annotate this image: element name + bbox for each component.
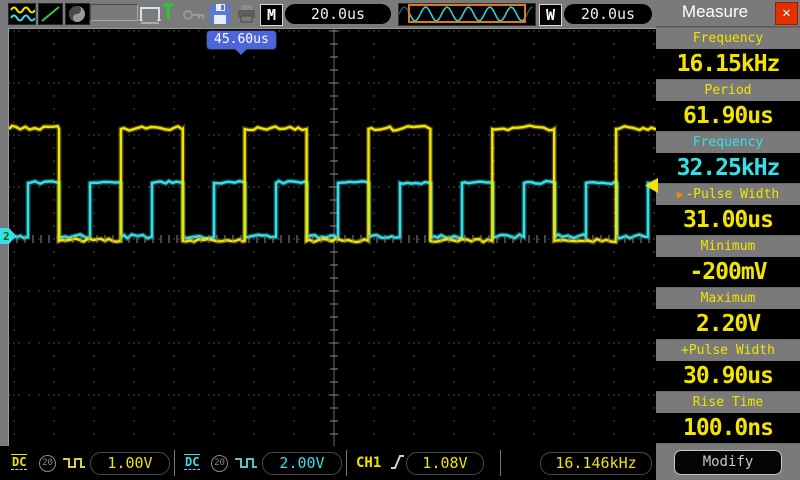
window-timebase-value: 20.0us — [564, 4, 652, 24]
status-divider — [500, 450, 501, 476]
key-glyph — [183, 8, 206, 22]
selected-arrow-icon: ▶ — [677, 188, 684, 201]
measure-value: 16.15kHz — [656, 49, 800, 79]
ch1-wave-type-icon — [62, 455, 86, 474]
measure-value: 2.20V — [656, 309, 800, 339]
ch2-coupling-badge: DC — [184, 454, 200, 470]
channel-waves-icon[interactable] — [8, 3, 36, 25]
print-icon[interactable] — [236, 4, 257, 28]
trigger-position-tag[interactable]: 45.60us — [206, 30, 277, 50]
ch2-wave-type-icon — [234, 455, 258, 474]
status-divider — [174, 450, 175, 476]
modify-area: Modify — [656, 443, 800, 480]
top-toolbar: T M 20.0us — [0, 0, 656, 28]
measure-value: -200mV — [656, 257, 800, 287]
ch2-scale-value[interactable]: 2.00V — [262, 452, 342, 475]
measure-value: 30.90us — [656, 361, 800, 391]
measure-label: +Pulse Width — [681, 343, 775, 358]
measure-label: Period — [705, 83, 752, 98]
measure-item[interactable]: ▶Frequency 32.25kHz — [656, 131, 800, 183]
trigger-slope-icon — [390, 452, 405, 476]
ch2-bandwidth-badge: 20 — [211, 455, 228, 472]
measure-item[interactable]: ▶-Pulse Width 31.00us — [656, 183, 800, 235]
measure-item[interactable]: ▶Minimum -200mV — [656, 235, 800, 287]
strip-dim-left — [399, 4, 408, 25]
pulse-measure-icon[interactable] — [139, 2, 161, 30]
measure-value: 31.00us — [656, 205, 800, 235]
waveform-display: 45.60us — [8, 28, 658, 448]
trigger-t-icon[interactable]: T — [162, 0, 175, 24]
measure-item[interactable]: ▶Period 61.90us — [656, 79, 800, 131]
ch1-coupling-badge: DC — [11, 454, 27, 470]
trigger-level-arrow-icon — [644, 178, 658, 193]
measure-value: 100.0ns — [656, 413, 800, 443]
pulse-measure-glyph — [139, 2, 161, 26]
status-divider — [346, 450, 347, 476]
measure-label: Maximum — [701, 291, 756, 306]
trigger-level-marker[interactable] — [644, 178, 658, 193]
display-mode-glyph — [66, 4, 89, 24]
measure-label: Rise Time — [693, 395, 763, 410]
trigger-level-value[interactable]: 1.08V — [406, 452, 484, 475]
window-timebase-label: W — [539, 4, 562, 26]
toolbar-empty-slot — [90, 4, 138, 21]
ch1-scale-value[interactable]: 1.00V — [90, 452, 170, 475]
channel-waves-glyph — [9, 4, 35, 24]
display-mode-icon[interactable] — [65, 3, 90, 25]
ch2-position-marker[interactable]: 2 — [0, 228, 16, 245]
measure-label: Minimum — [701, 239, 756, 254]
save-icon[interactable] — [209, 3, 231, 29]
waveform-canvas — [9, 29, 657, 447]
main-timebase-label: M — [260, 4, 283, 26]
measure-item[interactable]: ▶+Pulse Width 30.90us — [656, 339, 800, 391]
window-zone-box[interactable] — [408, 4, 526, 23]
status-bar: DC 20 1.00V DC 20 2.00V CH1 1.08V 16.146… — [0, 446, 656, 480]
close-icon[interactable]: ✕ — [775, 2, 798, 25]
floppy-glyph — [209, 3, 231, 25]
measure-item[interactable]: ▶Maximum 2.20V — [656, 287, 800, 339]
measure-panel: Measure ✕ ▶Frequency 16.15kHz ▶Period 61… — [656, 0, 800, 480]
measure-label: Frequency — [693, 31, 763, 46]
frequency-counter-value: 16.146kHz — [540, 452, 652, 475]
measure-label: Frequency — [693, 135, 763, 150]
measure-label: -Pulse Width — [685, 187, 779, 202]
measure-panel-header: Measure ✕ — [656, 0, 800, 27]
measure-item[interactable]: ▶Frequency 16.15kHz — [656, 27, 800, 79]
horizontal-position-strip[interactable] — [398, 3, 536, 26]
measure-value: 61.90us — [656, 101, 800, 131]
draw-line-icon[interactable] — [38, 3, 63, 25]
printer-glyph — [236, 4, 257, 24]
modify-button[interactable]: Modify — [674, 450, 782, 475]
main-timebase-value: 20.0us — [285, 4, 391, 24]
strip-dim-right — [526, 4, 533, 25]
oscilloscope-screen: T M 20.0us — [0, 0, 800, 480]
line-glyph — [39, 4, 62, 24]
measure-value: 32.25kHz — [656, 153, 800, 183]
ch1-bandwidth-badge: 20 — [39, 455, 56, 472]
measure-item[interactable]: ▶Rise Time 100.0ns — [656, 391, 800, 443]
trigger-source-label: CH1 — [356, 455, 381, 471]
key-lock-icon[interactable] — [183, 7, 206, 26]
measure-panel-title: Measure — [656, 2, 774, 22]
ch2-marker-arrow-icon: 2 — [0, 228, 16, 245]
ch2-marker-label: 2 — [3, 230, 10, 243]
